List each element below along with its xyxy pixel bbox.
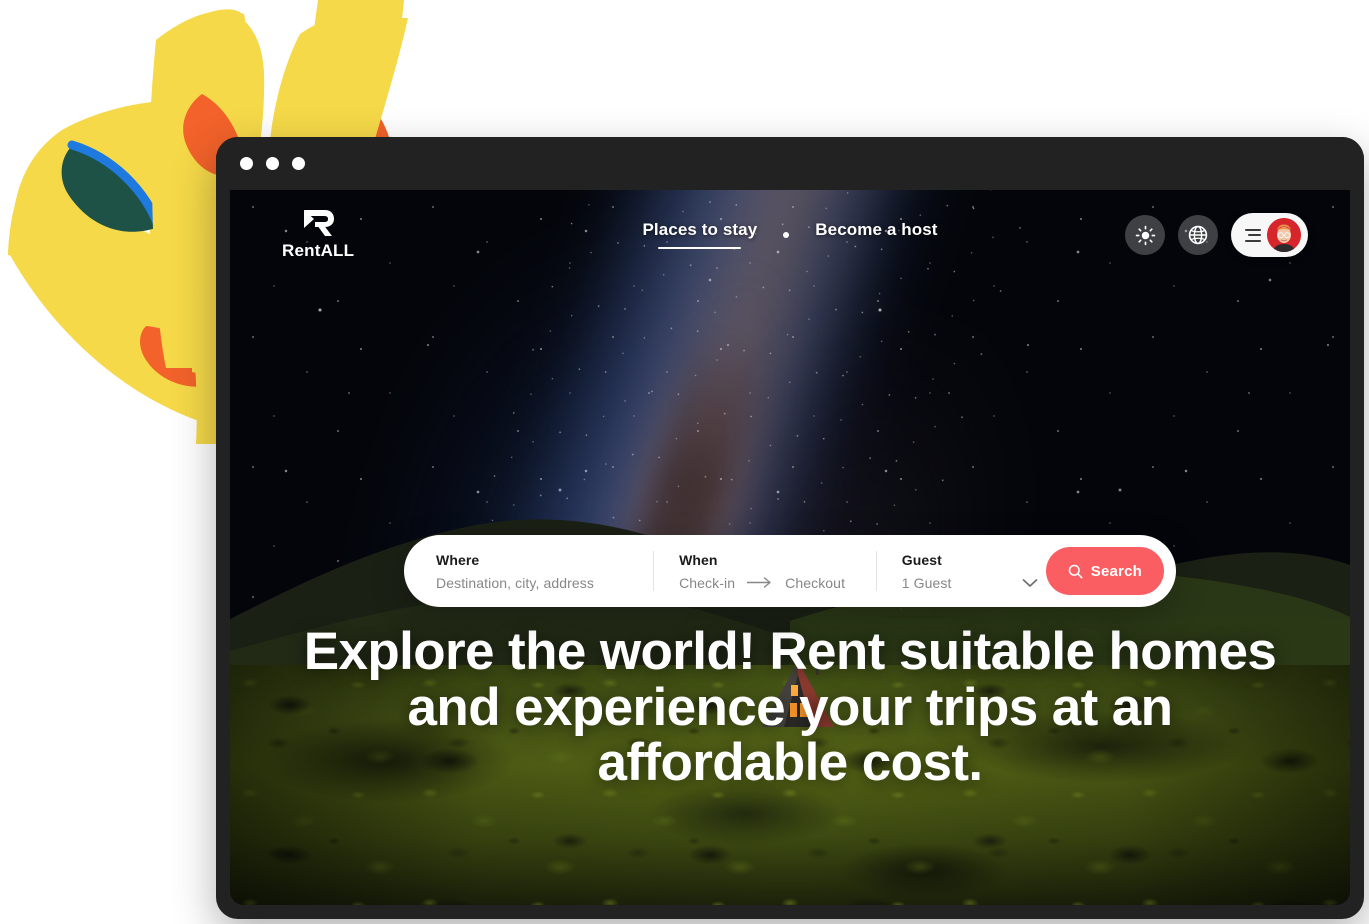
ribbon-left-yellow-lower [12, 219, 211, 420]
language-button[interactable] [1178, 215, 1218, 255]
site-header: RentALL Places to stay Become a host [230, 190, 1350, 302]
decor-leaf-teal [63, 148, 155, 229]
guest-label: Guest [901, 551, 942, 568]
decor-ribbon-left-body [10, 217, 208, 420]
nav-dot-separator [783, 231, 790, 238]
globe-icon [1188, 225, 1208, 245]
checkout-input[interactable]: Checkout [785, 575, 845, 591]
browser-chrome-bar [216, 137, 1364, 190]
ribbon-strip-down [190, 318, 219, 444]
ribbon-left-yellow [11, 100, 246, 261]
guest-select[interactable]: 1 Guest [902, 575, 1038, 591]
when-range: Check-in Checkout [679, 575, 850, 591]
sun-icon [1135, 225, 1155, 245]
hero-headline: Explore the world! Rent suitable homes a… [303, 622, 1277, 793]
where-label: Where [436, 551, 480, 568]
decor-blob-orange-left [144, 318, 226, 378]
search-field-guest[interactable]: Guest 1 Guest [875, 535, 1046, 607]
search-icon [1068, 564, 1083, 578]
screenshot-stage: RentALL Places to stay Become a host Whe… [0, 0, 1369, 924]
theme-toggle-button[interactable] [1125, 215, 1165, 255]
user-menu-button[interactable] [1231, 213, 1308, 257]
decor-ribbon-center-narrow [176, 168, 216, 382]
when-label: When [679, 551, 718, 568]
window-dot-minimize[interactable] [266, 157, 279, 170]
window-dot-maximize[interactable] [292, 157, 305, 170]
checkin-input[interactable]: Check-in [679, 575, 735, 591]
decor-arc-blue [68, 141, 163, 233]
arrow-right-icon [747, 577, 771, 588]
nav-link-become-a-host[interactable]: Become a host [815, 220, 937, 249]
search-bar: Where Destination, city, address When Ch… [404, 535, 1176, 607]
search-field-when[interactable]: When Check-in Checkout [653, 535, 876, 607]
decor-ribbon-left-main [8, 102, 242, 260]
window-dot-close[interactable] [240, 157, 253, 170]
browser-window: RentALL Places to stay Become a host Whe… [216, 137, 1364, 919]
browser-viewport: RentALL Places to stay Become a host Whe… [230, 190, 1350, 905]
guest-value: 1 Guest [901, 574, 952, 591]
chevron-down-icon [1022, 578, 1038, 587]
leaf-teal-left [61, 146, 157, 232]
arc-blue-left [67, 140, 165, 235]
search-button-label: Search [1090, 562, 1142, 580]
search-button[interactable]: Search [1045, 547, 1164, 595]
blob-orange-left-foot [140, 326, 222, 387]
hamburger-icon [1245, 228, 1261, 242]
user-avatar-icon [1267, 218, 1301, 252]
nav-link-places-to-stay[interactable]: Places to stay [642, 220, 757, 249]
header-actions [1125, 213, 1308, 257]
search-field-where[interactable]: Where Destination, city, address [404, 535, 653, 607]
where-input[interactable]: Destination, city, address [436, 575, 627, 591]
decor-blob-orange-mid [134, 318, 216, 373]
